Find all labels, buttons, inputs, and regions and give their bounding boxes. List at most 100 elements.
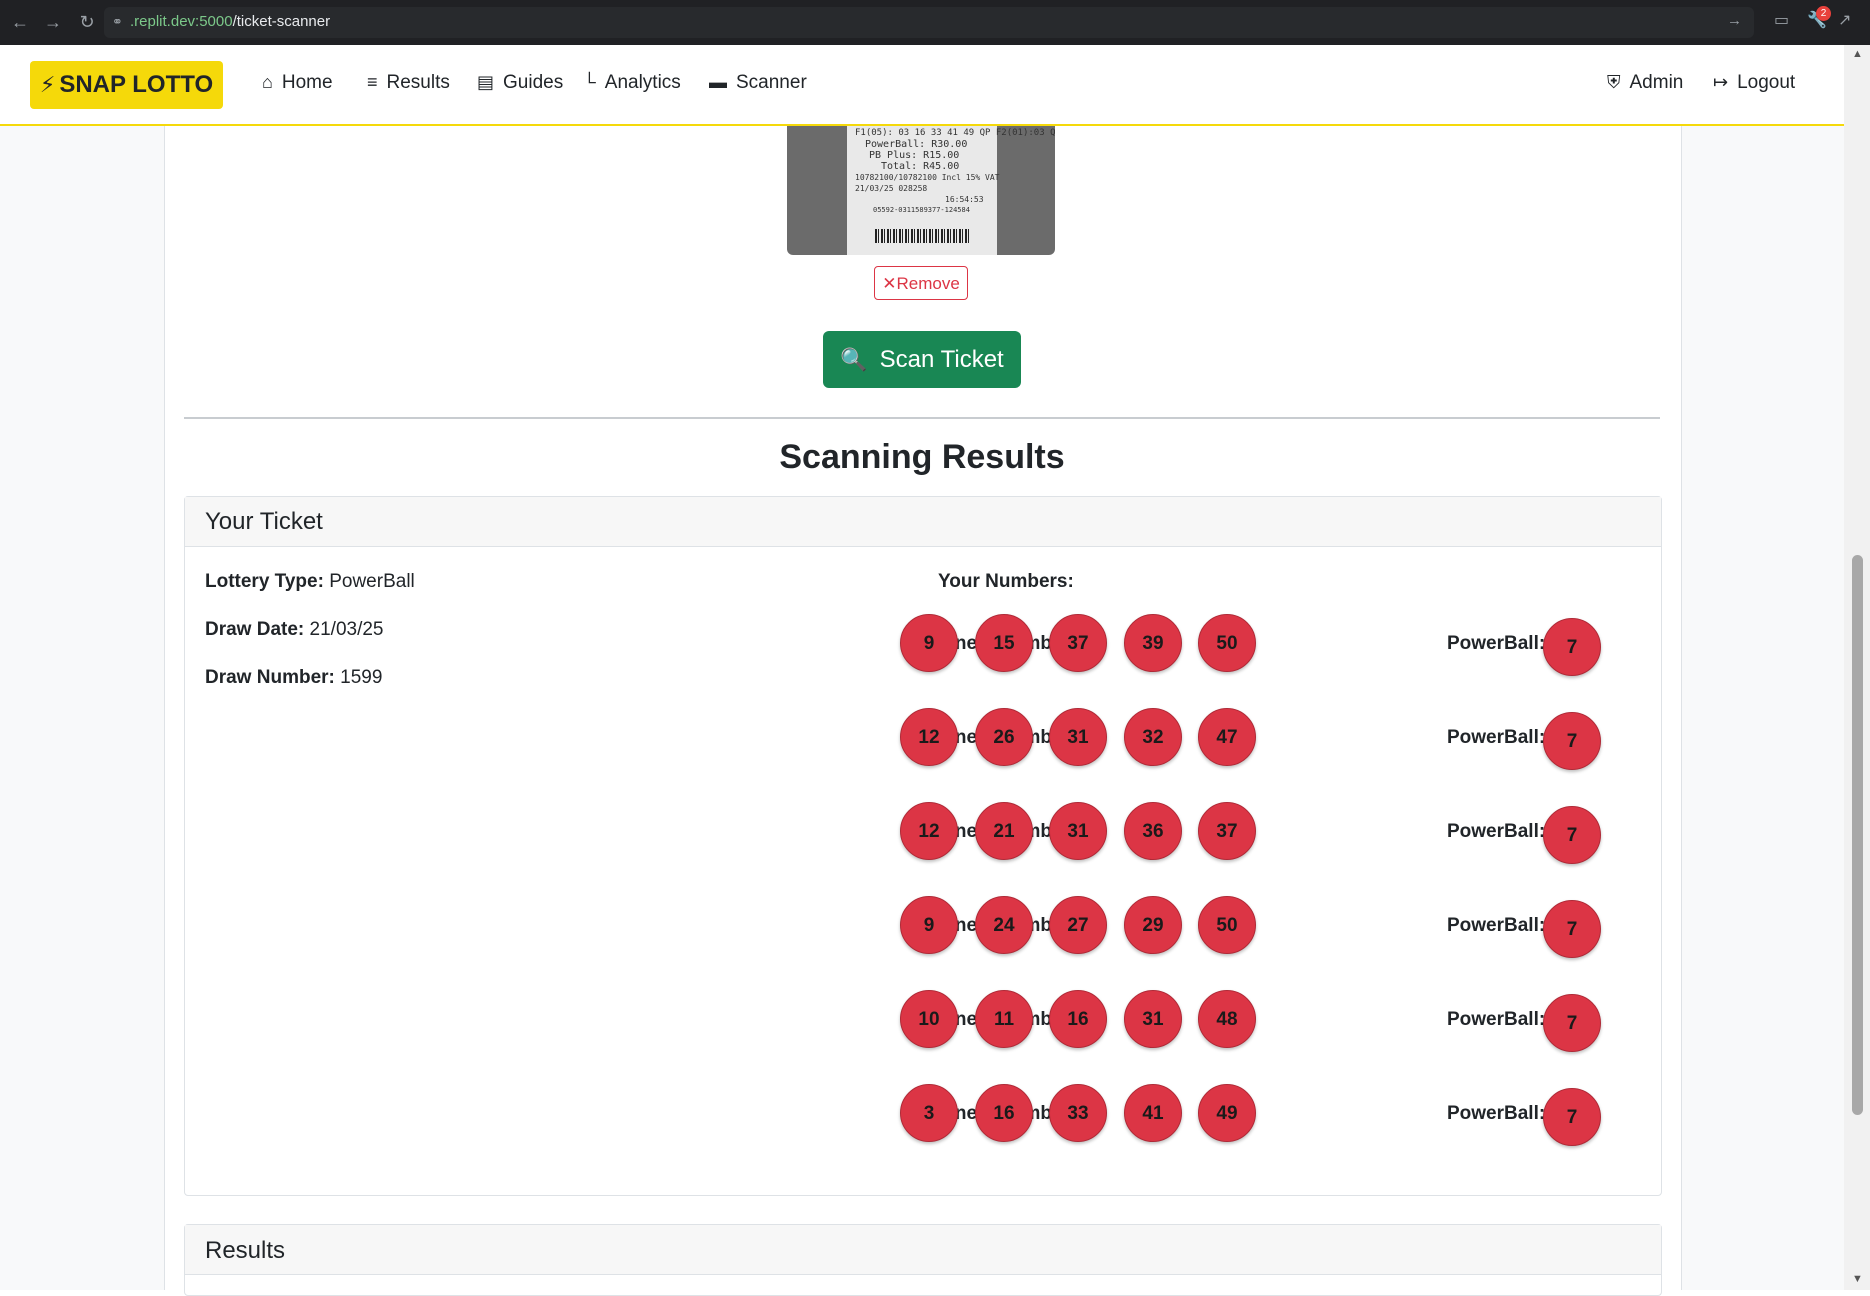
powerball-ball: 7 bbox=[1543, 994, 1601, 1052]
number-ball: 31 bbox=[1049, 802, 1107, 860]
url-path: /ticket-scanner bbox=[232, 13, 331, 30]
card-title: Your Ticket bbox=[205, 508, 323, 535]
lottery-type-row: Lottery Type: PowerBall bbox=[205, 571, 415, 593]
number-ball: 21 bbox=[975, 802, 1033, 860]
search-icon: 🔍 bbox=[840, 347, 868, 372]
ticket-text-line: Total: R45.00 bbox=[881, 161, 960, 172]
powerball-label: PowerBall: bbox=[1447, 633, 1546, 654]
ticket-paper: F1(05): 03 16 33 41 49 QP F2(01):03 QP P… bbox=[847, 124, 1055, 255]
lottery-type-label: Lottery Type: bbox=[205, 571, 324, 592]
go-arrow-icon[interactable]: → bbox=[1727, 12, 1742, 29]
address-bar[interactable]: ⚭ .replit.dev:5000/ticket-scanner → bbox=[104, 7, 1754, 38]
scanning-results-title: Scanning Results bbox=[779, 438, 1065, 476]
powerball-label: PowerBall: bbox=[1447, 821, 1546, 842]
scroll-thumb[interactable] bbox=[1852, 555, 1863, 1115]
site-info-icon[interactable]: ⚭ bbox=[112, 14, 123, 30]
remove-button[interactable]: ✕Remove bbox=[874, 266, 968, 300]
back-icon[interactable]: ← bbox=[9, 11, 31, 33]
scan-ticket-button[interactable]: 🔍 Scan Ticket bbox=[823, 331, 1021, 388]
powerball-label: PowerBall: bbox=[1447, 915, 1546, 936]
number-ball: 3 bbox=[900, 1084, 958, 1142]
number-ball: 41 bbox=[1124, 1084, 1182, 1142]
ticket-image: F1(05): 03 16 33 41 49 QP F2(01):03 QP P… bbox=[787, 124, 1055, 255]
draw-date-row: Draw Date: 21/03/25 bbox=[205, 619, 384, 641]
section-divider bbox=[184, 417, 1660, 419]
your-numbers-label: Your Numbers: bbox=[938, 571, 1074, 592]
nav-logout[interactable]: ↦ Logout bbox=[1713, 72, 1795, 94]
ticket-text-line: 16:54:53 bbox=[945, 195, 984, 204]
nav-results[interactable]: ≡ Results bbox=[367, 72, 450, 94]
url-text: .replit.dev:5000/ticket-scanner bbox=[130, 13, 330, 30]
powerball-ball: 7 bbox=[1543, 806, 1601, 864]
ticket-text-line: PB Plus: R15.00 bbox=[869, 150, 960, 161]
nav-label: Admin bbox=[1629, 72, 1684, 93]
lottery-type-value: PowerBall bbox=[329, 571, 415, 592]
number-ball: 12 bbox=[900, 802, 958, 860]
number-ball: 24 bbox=[975, 896, 1033, 954]
forward-icon[interactable]: → bbox=[42, 11, 64, 33]
list-ol-icon: ≡ bbox=[367, 72, 378, 92]
ticket-text-line: 10782100/10782100 Incl 15% VAT bbox=[855, 173, 1000, 182]
brand-logo[interactable]: ⚡ SNAP LOTTO bbox=[30, 61, 223, 109]
home-icon: ⌂ bbox=[262, 72, 273, 92]
number-ball: 27 bbox=[1049, 896, 1107, 954]
number-ball: 15 bbox=[975, 614, 1033, 672]
number-ball: 29 bbox=[1124, 896, 1182, 954]
number-ball: 9 bbox=[900, 896, 958, 954]
ticket-icon: ▬ bbox=[709, 72, 727, 92]
number-ball: 50 bbox=[1198, 614, 1256, 672]
top-navbar: ⚡ SNAP LOTTO ⌂ Home ≡ Results ▤ Guides └ Anal… bbox=[0, 45, 1844, 126]
nav-scanner[interactable]: ▬ Scanner bbox=[709, 72, 807, 94]
cast-icon[interactable]: ▭ bbox=[1774, 10, 1789, 30]
nav-label: Results bbox=[386, 72, 450, 93]
nav-home[interactable]: ⌂ Home bbox=[262, 72, 333, 94]
number-ball: 31 bbox=[1124, 990, 1182, 1048]
remove-label: Remove bbox=[896, 274, 960, 293]
chart-icon: └ bbox=[583, 72, 596, 92]
card-header: Your Ticket bbox=[185, 497, 1661, 547]
open-new-window-icon[interactable]: ↗ bbox=[1838, 10, 1851, 30]
draw-date-value: 21/03/25 bbox=[309, 619, 384, 640]
logout-icon: ↦ bbox=[1713, 72, 1729, 92]
number-ball: 48 bbox=[1198, 990, 1256, 1048]
results-card: Results bbox=[184, 1224, 1662, 1296]
nav-admin[interactable]: ⛨ Admin bbox=[1607, 72, 1683, 94]
number-ball: 47 bbox=[1198, 708, 1256, 766]
number-ball: 37 bbox=[1198, 802, 1256, 860]
number-ball: 10 bbox=[900, 990, 958, 1048]
page-scrollbar[interactable]: ▲ ▼ bbox=[1844, 45, 1870, 1290]
number-ball: 16 bbox=[1049, 990, 1107, 1048]
nav-guides[interactable]: ▤ Guides bbox=[477, 72, 563, 94]
draw-number-value: 1599 bbox=[340, 667, 383, 688]
book-icon: ▤ bbox=[477, 72, 495, 92]
ticket-text-line: PowerBall: R30.00 bbox=[865, 139, 968, 150]
powerball-ball: 7 bbox=[1543, 1088, 1601, 1146]
nav-label: Logout bbox=[1737, 72, 1796, 93]
scroll-up-icon[interactable]: ▲ bbox=[1852, 48, 1863, 60]
number-ball: 32 bbox=[1124, 708, 1182, 766]
your-ticket-card: Your Ticket Lottery Type: PowerBall Draw… bbox=[184, 496, 1662, 1196]
powerball-ball: 7 bbox=[1543, 900, 1601, 958]
powerball-label: PowerBall: bbox=[1447, 1103, 1546, 1124]
nav-label: Home bbox=[281, 72, 333, 93]
number-ball: 31 bbox=[1049, 708, 1107, 766]
card-title: Results bbox=[205, 1237, 286, 1264]
powerball-ball: 7 bbox=[1543, 712, 1601, 770]
reload-icon[interactable]: ↻ bbox=[76, 11, 98, 33]
number-ball: 37 bbox=[1049, 614, 1107, 672]
ticket-text-line: F1(05): 03 16 33 41 49 QP F2(01):03 QP bbox=[855, 128, 1055, 138]
nav-analytics[interactable]: └ Analytics bbox=[583, 72, 681, 94]
number-ball: 36 bbox=[1124, 802, 1182, 860]
ticket-barcode bbox=[875, 229, 971, 243]
scroll-down-icon[interactable]: ▼ bbox=[1852, 1273, 1863, 1285]
draw-number-row: Draw Number: 1599 bbox=[205, 667, 382, 689]
nav-label: Guides bbox=[503, 72, 564, 93]
card-header: Results bbox=[185, 1225, 1661, 1275]
brand-name: SNAP LOTTO bbox=[59, 71, 214, 98]
number-ball: 12 bbox=[900, 708, 958, 766]
shield-icon: ⛨ bbox=[1607, 72, 1621, 92]
number-ball: 26 bbox=[975, 708, 1033, 766]
powerball-label: PowerBall: bbox=[1447, 1009, 1546, 1030]
number-ball: 11 bbox=[975, 990, 1033, 1048]
draw-date-label: Draw Date: bbox=[205, 619, 305, 640]
